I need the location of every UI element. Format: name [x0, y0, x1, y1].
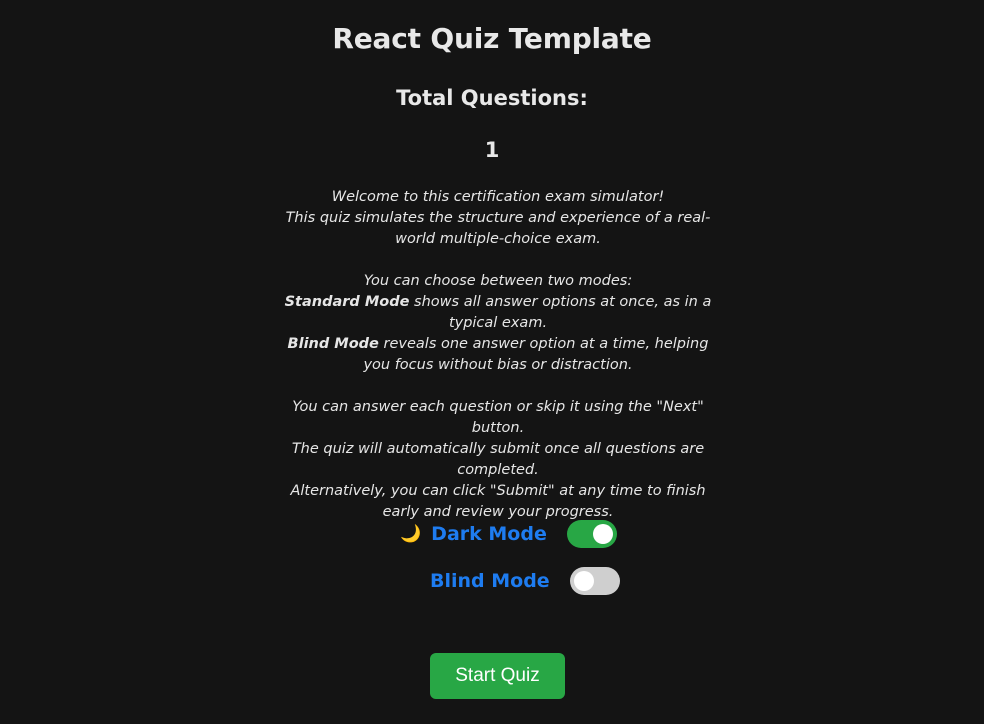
dark-mode-toggle[interactable] [566, 520, 617, 548]
blind-mode-toggle-knob [573, 571, 594, 591]
standard-mode-term: Standard Mode [284, 294, 410, 310]
dark-mode-label: Dark Mode [431, 523, 547, 545]
moon-icon: 🌙 [400, 523, 422, 544]
blind-mode-desc: reveals one answer option at a time, hel… [363, 336, 709, 373]
intro-autosubmit-info: The quiz will automatically submit once … [291, 441, 705, 478]
blind-mode-label: Blind Mode [430, 570, 550, 592]
intro-next-info: You can answer each question or skip it … [292, 399, 704, 436]
blind-mode-toggle[interactable] [569, 567, 620, 595]
intro-text: Welcome to this certification exam simul… [274, 187, 722, 523]
dark-mode-toggle-knob [592, 524, 613, 544]
total-questions-count: 1 [484, 138, 500, 162]
intro-blind-mode: Blind Mode reveals one answer option at … [274, 334, 722, 376]
intro-welcome: Welcome to this certification exam simul… [331, 189, 665, 205]
dark-mode-row: 🌙 Dark Mode [400, 520, 617, 548]
total-questions-label: Total Questions: [396, 86, 588, 110]
start-quiz-button[interactable]: Start Quiz [430, 653, 565, 699]
blind-mode-row: Blind Mode [430, 567, 620, 595]
intro-description: This quiz simulates the structure and ex… [285, 210, 711, 247]
intro-standard-mode: Standard Mode shows all answer options a… [274, 292, 722, 334]
intro-submit-info: Alternatively, you can click "Submit" at… [290, 483, 706, 520]
quiz-start-page: React Quiz Template Total Questions: 1 W… [0, 0, 984, 724]
standard-mode-desc: shows all answer options at once, as in … [409, 294, 712, 331]
blind-mode-term: Blind Mode [287, 336, 379, 352]
intro-modes-heading: You can choose between two modes: [363, 273, 633, 289]
page-title: React Quiz Template [332, 22, 652, 55]
